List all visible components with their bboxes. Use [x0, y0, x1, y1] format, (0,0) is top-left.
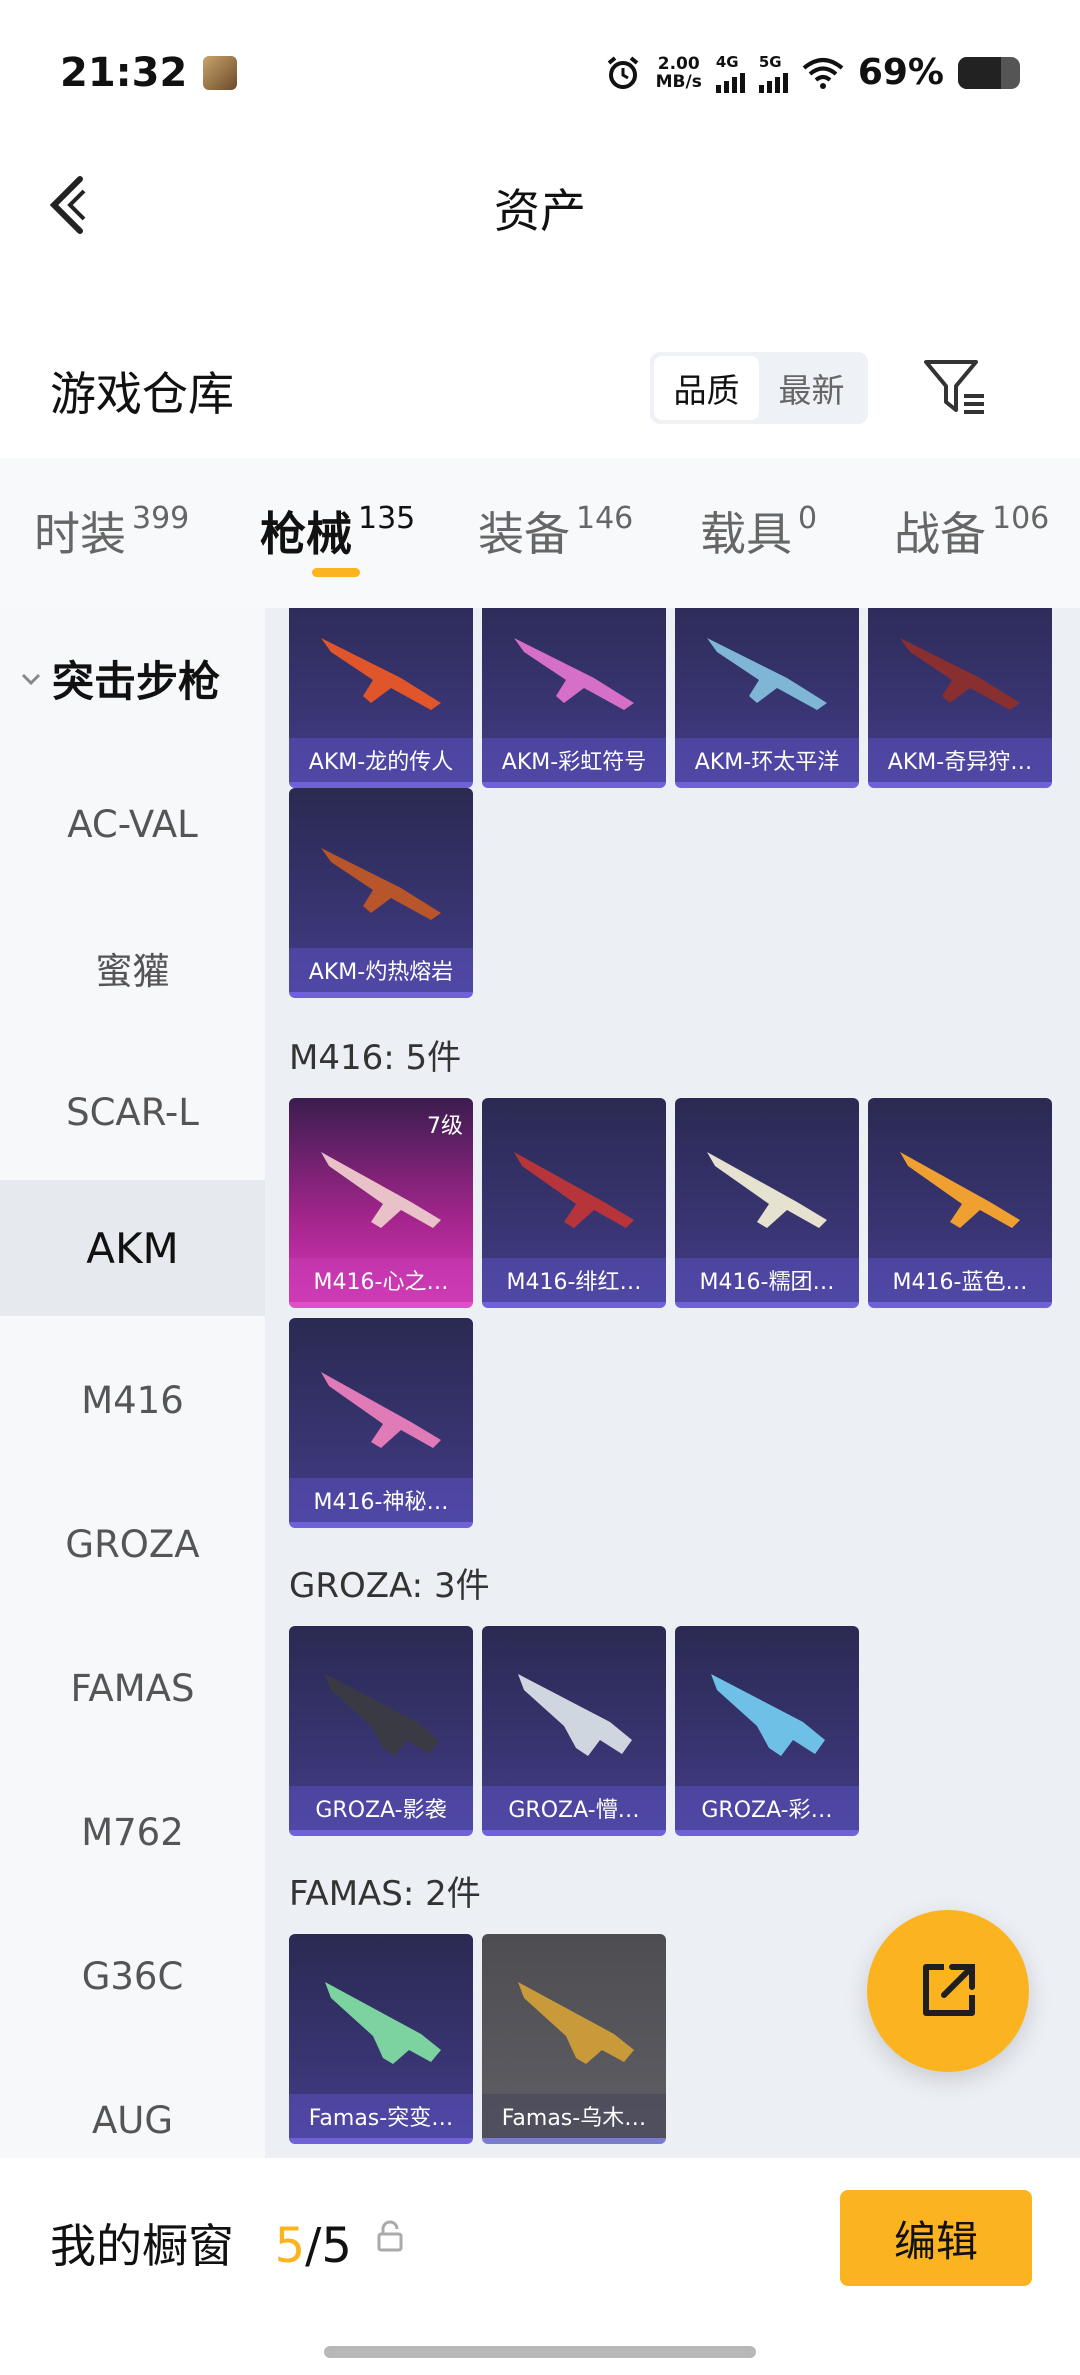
skin-card[interactable]: AKM-奇异狩…	[868, 608, 1052, 788]
tab-equipment[interactable]: 装备 146	[478, 498, 633, 564]
section-title-groza: GROZA: 3件	[289, 1566, 490, 1606]
alarm-icon	[607, 55, 638, 89]
tab-fashion[interactable]: 时装 399	[34, 498, 189, 564]
sidebar-item-m762[interactable]: M762	[0, 1764, 265, 1900]
active-tab-indicator	[312, 568, 360, 577]
skin-card[interactable]: M416-糯团…	[675, 1098, 859, 1308]
bottom-bar: 我的橱窗 5/5 编辑	[0, 2158, 1080, 2375]
sidebar-item-famas[interactable]: FAMAS	[0, 1620, 265, 1756]
rifle-icon	[514, 1152, 634, 1228]
sidebar-item-ac-val[interactable]: AC-VAL	[0, 756, 265, 892]
tab-guns[interactable]: 枪械 135	[260, 498, 415, 564]
rifle-icon	[707, 1152, 827, 1228]
lock-icon	[377, 2220, 403, 2252]
skin-card[interactable]: M416-蓝色…	[868, 1098, 1052, 1308]
status-time: 21:32	[60, 49, 188, 96]
wifi-icon	[802, 57, 844, 89]
sidebar-item-scar-l[interactable]: SCAR-L	[0, 1044, 265, 1180]
skin-card[interactable]: M416-神秘…	[289, 1318, 473, 1528]
app-header: 资产	[0, 145, 1080, 265]
showcase-label: 我的橱窗 5/5	[50, 2218, 352, 2274]
network-rate: 2.00 MB/s	[655, 53, 702, 92]
signal-5g: 5G	[758, 53, 788, 93]
sort-newest-button[interactable]: 最新	[759, 356, 864, 420]
skin-card[interactable]: Famas-突变…	[289, 1934, 473, 2144]
sidebar-group-assault-rifles[interactable]: 突击步枪	[20, 648, 220, 709]
skin-card[interactable]: M416-绯红…	[482, 1098, 666, 1308]
sidebar-item-m416[interactable]: M416	[0, 1332, 265, 1468]
skin-card[interactable]: AKM-彩虹符号	[482, 608, 666, 788]
rifle-icon	[321, 1152, 441, 1228]
rifle-icon	[514, 638, 634, 710]
rifle-icon	[321, 638, 441, 710]
app-notification-icon	[203, 55, 238, 90]
share-external-icon	[923, 1964, 975, 2016]
home-indicator[interactable]	[324, 2346, 756, 2358]
rifle-icon	[518, 1982, 634, 2064]
signal-4g: 4G	[715, 53, 745, 93]
sidebar-item-akm[interactable]: AKM	[0, 1180, 265, 1316]
skin-card[interactable]: GROZA-影袭	[289, 1626, 473, 1836]
skin-card[interactable]: 7级 M416-心之…	[289, 1098, 473, 1308]
skin-card[interactable]: Famas-乌木…	[482, 1934, 666, 2144]
skin-card[interactable]: AKM-龙的传人	[289, 608, 473, 788]
sidebar-item-groza[interactable]: GROZA	[0, 1476, 265, 1612]
battery-icon	[958, 56, 1020, 89]
rifle-icon	[321, 1372, 441, 1448]
rifle-icon	[325, 1674, 439, 1756]
skin-card[interactable]: GROZA-懵…	[482, 1626, 666, 1836]
battery-percent: 69%	[857, 52, 944, 93]
warehouse-row: 游戏仓库 品质 最新	[0, 330, 1080, 450]
tab-supplies[interactable]: 战备 106	[894, 498, 1049, 564]
rifle-icon	[900, 1152, 1020, 1228]
rifle-icon	[325, 1982, 441, 2064]
sidebar-item-g36c[interactable]: G36C	[0, 1908, 265, 2044]
section-title-m416: M416: 5件	[289, 1038, 462, 1078]
status-bar: 21:32 2.00 MB/s 4G 5G 69%	[0, 0, 1080, 145]
showcase-count: 5/5	[274, 2218, 352, 2274]
page-title: 资产	[494, 184, 586, 238]
skin-card[interactable]: AKM-灼热熔岩	[289, 788, 473, 998]
rifle-icon	[707, 638, 827, 710]
warehouse-title: 游戏仓库	[50, 367, 234, 421]
rifle-icon	[900, 638, 1020, 710]
filter-icon[interactable]	[922, 356, 988, 418]
section-title-famas: FAMAS: 2件	[289, 1874, 481, 1914]
share-button[interactable]	[867, 1910, 1029, 2072]
rifle-icon	[711, 1674, 825, 1756]
category-tabs: 时装 399 枪械 135 装备 146 载具 0 战备 106	[0, 458, 1080, 608]
skin-card[interactable]: GROZA-彩…	[675, 1626, 859, 1836]
sort-toggle: 品质 最新	[650, 352, 868, 424]
chevron-down-icon	[21, 673, 41, 685]
signal-bars-icon	[715, 71, 745, 93]
skin-card[interactable]: AKM-环太平洋	[675, 608, 859, 788]
sidebar-item-honey-badger[interactable]: 蜜獾	[0, 900, 265, 1036]
sort-quality-button[interactable]: 品质	[654, 356, 759, 420]
rifle-icon	[321, 848, 441, 920]
rifle-icon	[518, 1674, 632, 1756]
weapon-sidebar: 突击步枪 AC-VAL 蜜獾 SCAR-L AKM M416 GROZA FAM…	[0, 608, 265, 2158]
tab-vehicles[interactable]: 载具 0	[700, 498, 817, 564]
edit-button[interactable]: 编辑	[840, 2190, 1032, 2286]
signal-bars-icon	[758, 71, 788, 93]
